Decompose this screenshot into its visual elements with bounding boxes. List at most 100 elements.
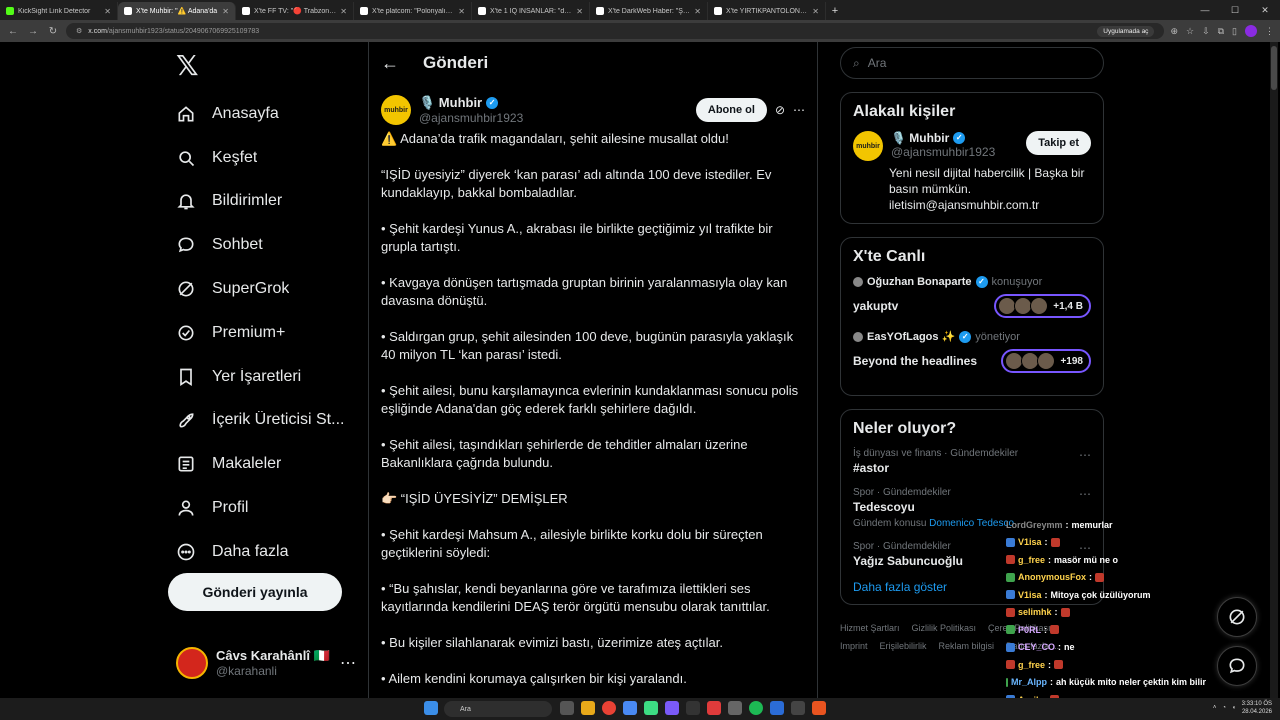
close-window-button[interactable]: ✕ [1250,0,1280,20]
close-icon[interactable]: ✕ [340,7,347,16]
listeners-pill[interactable]: +1,4 B [994,294,1091,318]
grok-icon[interactable]: ⊘ [775,103,785,117]
post-paragraph: “IŞİD üyesiyiz” diyerek ‘kan parası’ adı… [381,167,772,200]
post-button[interactable]: Gönderi yayınla [168,573,342,611]
browser-tab[interactable]: X'te DarkWeb Haber: "Şırnak'ta✕ [590,2,708,20]
footer-link[interactable]: Reklam bilgisi [939,637,995,655]
close-icon[interactable]: ✕ [222,7,229,16]
follow-button[interactable]: Takip et [1026,131,1091,155]
download-icon[interactable]: ⇩ [1202,26,1210,37]
app-icon[interactable] [812,701,826,715]
chevron-up-icon[interactable]: ˄ [1213,705,1217,711]
listener-avatar [1037,352,1056,370]
more-icon[interactable]: ⋯ [793,103,805,117]
app-icon[interactable] [770,701,784,715]
trend-sub-prefix: Gündem konusu [853,518,927,529]
open-in-app-button[interactable]: Uygulamada aç [1097,25,1155,37]
nav-item-rocket[interactable]: İçerik Üreticisi St... [168,399,358,443]
reload-icon[interactable]: ↻ [46,26,60,37]
discord-icon[interactable] [665,701,679,715]
taskbar-search[interactable]: Ara [444,701,552,717]
url-host: x.com [88,27,107,35]
browser-tab[interactable]: X'te 1 IQ İNSANLAR: "durduk y ✕ [472,2,590,20]
messages-fab[interactable] [1217,646,1257,686]
page-scrollbar[interactable] [1270,42,1278,698]
trend-item[interactable]: İş dünyası ve finans · Gündemdekiler #ast… [853,448,1091,475]
nav-item-chat[interactable]: Sohbet [168,223,358,267]
wifi-icon[interactable]: ◔ [1222,705,1226,711]
nav-item-more-circle[interactable]: Daha fazla [168,530,358,574]
nav-item-premium[interactable]: Premium+ [168,311,358,355]
taskview-icon[interactable] [560,701,574,715]
author-avatar[interactable]: muhbir [381,95,411,125]
listeners-pill[interactable]: +198 [1001,349,1091,373]
new-tab-button[interactable]: + [826,2,844,20]
menu-icon[interactable]: ⋮ [1265,26,1274,37]
app-icon[interactable] [728,701,742,715]
grok-fab[interactable] [1217,597,1257,637]
back-icon[interactable]: ← [6,26,20,37]
profile-avatar[interactable] [1245,25,1257,37]
close-icon[interactable]: ✕ [694,7,701,16]
subscribe-button[interactable]: Abone ol [695,98,767,122]
close-icon[interactable]: ✕ [812,7,819,16]
live-item[interactable]: EasYOfLagos ✨ ✓ yönetiyor Beyond the headli… [853,330,1091,373]
maximize-button[interactable]: ☐ [1220,0,1250,20]
app-icon[interactable] [644,701,658,715]
author-name-row[interactable]: 🎙️ Muhbir ✓ [419,95,523,111]
nav-item-grok[interactable]: SuperGrok [168,267,358,311]
nav-item-home[interactable]: Anasayfa [168,92,358,136]
tab-favicon-icon [596,7,604,15]
minimize-button[interactable]: — [1190,0,1220,20]
forward-icon[interactable]: → [26,26,40,37]
close-icon[interactable]: ✕ [576,7,583,16]
search-input[interactable]: ⌕ Ara [840,47,1104,79]
nav-item-bookmark[interactable]: Yer İşaretleri [168,355,358,399]
x-logo[interactable]: 𝕏 [176,50,358,82]
close-icon[interactable]: ✕ [104,7,111,16]
nav-item-article[interactable]: Makaleler [168,442,358,486]
account-switcher[interactable]: Câvs Karahânlî 🇮🇹 @karahanli ⋯ [176,646,356,680]
back-arrow-icon[interactable]: ← [381,53,399,74]
trend-sub-link[interactable]: Domenico Tedesco [929,518,1014,529]
footer-link[interactable]: Gizlilik Politikası [912,619,977,637]
app-icon[interactable] [707,701,721,715]
related-person[interactable]: muhbir 🎙️ Muhbir ✓ @ajansmuhbir1923 Takip… [853,131,1091,161]
emote-icon [1050,625,1060,635]
site-info-icon[interactable]: ⚙ [76,27,82,35]
browser-tab[interactable]: KickSight Link Detector ✕ [0,2,118,20]
url-field[interactable]: ⚙ x.com/ajansmuhbir1923/status/204906706… [66,23,1165,39]
trend-category: İş dünyası ve finans · Gündemdekiler [853,448,1019,459]
clock[interactable]: 3:33:10 ÖS 28.04.2026 [1242,700,1272,716]
scrollbar-thumb[interactable] [1271,46,1277,90]
more-icon[interactable]: ⋯ [1079,448,1091,475]
close-icon[interactable]: ✕ [458,7,465,16]
more-icon[interactable]: ⋯ [340,653,356,673]
nav-item-bell[interactable]: Bildirimler [168,180,358,224]
spotify-icon[interactable] [749,701,763,715]
app-icon[interactable] [791,701,805,715]
zoom-icon[interactable]: ⊕ [1170,26,1178,37]
folder-icon[interactable] [581,701,595,715]
footer-link[interactable]: Imprint [840,637,868,655]
windows-start-icon[interactable] [424,701,438,715]
url-path: /ajansmuhbir1923/status/2049067069925109… [106,27,260,35]
extension-icon[interactable]: ⧉ [1218,26,1224,37]
live-item[interactable]: Oğuzhan Bonaparte ✓ konuşuyor yakuptv +1,4 B [853,276,1091,318]
volume-icon[interactable]: ◖ [1232,705,1236,711]
browser-tab[interactable]: X'te Muhbir: "⚠️ Adana'da ✕ [118,2,236,20]
star-icon[interactable]: ☆ [1186,26,1194,37]
related-name: 🎙️ Muhbir [891,131,950,145]
nav-item-person[interactable]: Profil [168,486,358,530]
sidebar-icon[interactable]: ▯ [1232,26,1237,37]
listener-avatar [1030,297,1049,315]
chrome-icon[interactable] [602,701,616,715]
footer-link[interactable]: Hizmet Şartları [840,619,900,637]
browser-tab[interactable]: X'te FF TV: "🔴 Trabzon'da saha✕ [236,2,354,20]
nav-item-search[interactable]: Keşfet [168,136,358,180]
footer-link[interactable]: Erişilebilirlik [880,637,927,655]
store-icon[interactable] [623,701,637,715]
app-icon[interactable] [686,701,700,715]
browser-tab[interactable]: X'te platcom: "Polonyalı yayıncı ✕ [354,2,472,20]
browser-tab[interactable]: X'te YIRTIKPANTOLON: "Bazen ✕ [708,2,826,20]
